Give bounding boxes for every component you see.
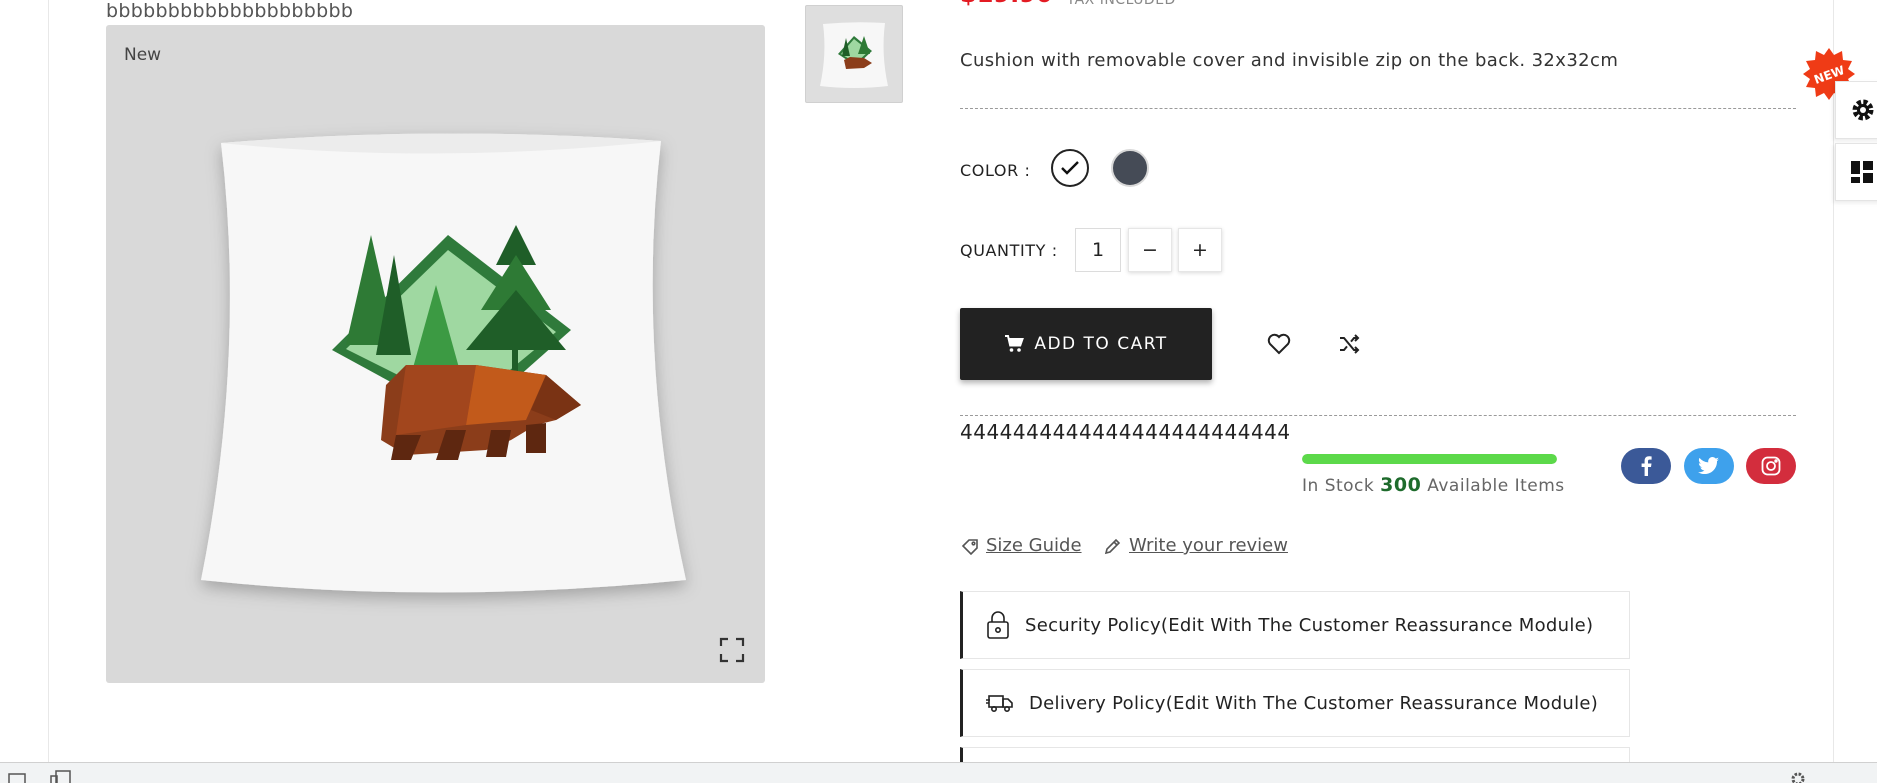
security-policy-text: Security Policy(Edit With The Customer R… (1025, 614, 1594, 636)
size-guide-link[interactable]: Size Guide (960, 535, 1082, 556)
delivery-policy-block: Delivery Policy(Edit With The Customer R… (960, 669, 1630, 737)
stock-status: In Stock 300 Available Items (1302, 474, 1565, 496)
wishlist-heart-icon[interactable] (1264, 329, 1294, 359)
divider (960, 415, 1796, 416)
pencil-icon (1104, 538, 1121, 554)
device-toolbar-icon[interactable] (50, 770, 72, 783)
gallery-header-text: bbbbbbbbbbbbbbbbbbbb (106, 0, 354, 22)
grid-layout-icon (1851, 161, 1873, 183)
checkmark-icon (1061, 161, 1079, 175)
product-main-image[interactable]: New (106, 25, 765, 683)
instagram-icon (1761, 456, 1781, 476)
write-review-label: Write your review (1129, 535, 1288, 556)
size-guide-label: Size Guide (986, 535, 1082, 556)
product-description: Cushion with removable cover and invisib… (960, 50, 1619, 71)
devtools-strip (0, 762, 1877, 783)
write-review-link[interactable]: Write your review (1103, 535, 1288, 556)
content-right-border (1833, 0, 1834, 764)
color-label: COLOR : (960, 161, 1031, 180)
quantity-decrease-button[interactable]: − (1128, 228, 1172, 272)
color-swatch-dark-grey[interactable] (1111, 149, 1149, 187)
content-left-border (48, 0, 49, 764)
instagram-share-button[interactable] (1746, 448, 1796, 484)
settings-widget-tab[interactable] (1835, 81, 1877, 139)
product-thumbnail[interactable] (805, 5, 903, 103)
fullscreen-icon[interactable] (719, 637, 745, 663)
price-row: $19.90 TAX INCLUDED (960, 0, 1176, 8)
divider (960, 108, 1796, 109)
security-policy-block: Security Policy(Edit With The Customer R… (960, 591, 1630, 659)
twitter-share-button[interactable] (1684, 448, 1734, 484)
product-price: $19.90 (960, 0, 1053, 8)
stock-suffix: Available Items (1427, 476, 1565, 496)
new-label: New (124, 45, 162, 65)
quantity-label: QUANTITY : (960, 241, 1058, 260)
twitter-icon (1698, 457, 1719, 475)
stock-progress-bar (1302, 454, 1557, 464)
quantity-increase-button[interactable]: + (1178, 228, 1222, 272)
cushion-image (201, 133, 686, 593)
gear-icon (1852, 99, 1874, 121)
facebook-share-button[interactable] (1621, 448, 1671, 484)
facebook-icon (1641, 456, 1652, 476)
thumbnail-image (820, 22, 888, 89)
layout-widget-tab[interactable] (1835, 143, 1877, 201)
stock-progress-fill (1302, 454, 1557, 464)
lock-icon (987, 611, 1009, 639)
stock-prefix: In Stock (1302, 476, 1375, 496)
delivery-policy-text: Delivery Policy(Edit With The Customer R… (1029, 692, 1599, 714)
devtools-settings-icon[interactable] (1790, 771, 1806, 783)
stock-count: 300 (1380, 474, 1422, 496)
add-to-cart-label: ADD TO CART (1034, 334, 1168, 354)
size-guide-icon (961, 538, 978, 555)
tax-label: TAX INCLUDED (1066, 0, 1176, 8)
delivery-truck-icon (986, 695, 1013, 713)
compare-shuffle-icon[interactable] (1334, 329, 1364, 359)
add-to-cart-button[interactable]: ADD TO CART (960, 308, 1212, 380)
cart-icon (1005, 335, 1025, 352)
extra-product-text: 4444444444444444444444444 (960, 420, 1291, 444)
color-swatch-white[interactable] (1051, 149, 1089, 187)
quantity-input[interactable]: 1 (1075, 228, 1121, 272)
